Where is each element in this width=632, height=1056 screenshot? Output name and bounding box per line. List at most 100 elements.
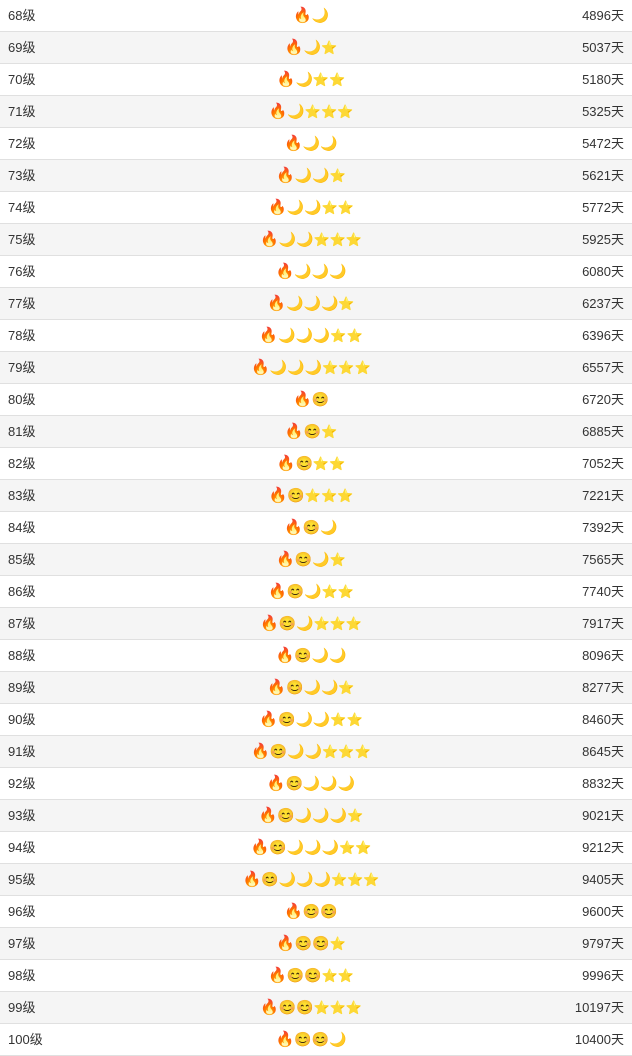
- smile-icon: 😊: [278, 711, 295, 727]
- moon-icon: 🌙: [287, 199, 304, 215]
- star-icon: ⭐: [330, 1000, 346, 1015]
- star-icon: ⭐: [363, 872, 379, 887]
- level-cell: 94级: [0, 832, 80, 864]
- moon-icon: 🌙: [329, 263, 346, 279]
- smile-icon: 😊: [320, 903, 337, 919]
- table-row: 91级🔥😊🌙🌙⭐⭐⭐8645天: [0, 736, 632, 768]
- star-icon: ⭐: [313, 72, 329, 87]
- moon-icon: 🌙: [296, 231, 313, 247]
- fire-icon: 🔥: [284, 135, 303, 152]
- smile-icon: 😊: [287, 487, 304, 503]
- table-row: 98级🔥😊😊⭐⭐9996天: [0, 960, 632, 992]
- star-icon: ⭐: [330, 232, 346, 247]
- moon-icon: 🌙: [320, 775, 337, 791]
- days-cell: 9797天: [542, 928, 632, 960]
- level-cell: 69级: [0, 32, 80, 64]
- moon-icon: 🌙: [329, 647, 346, 663]
- star-icon: ⭐: [355, 744, 371, 759]
- icons-cell: 🔥🌙🌙🌙⭐⭐⭐: [80, 352, 542, 384]
- fire-icon: 🔥: [277, 71, 296, 88]
- smile-icon: 😊: [269, 839, 286, 855]
- icons-cell: 🔥🌙🌙⭐⭐: [80, 192, 542, 224]
- moon-icon: 🌙: [312, 551, 329, 567]
- smile-icon: 😊: [295, 551, 312, 567]
- level-cell: 91级: [0, 736, 80, 768]
- days-cell: 5325天: [542, 96, 632, 128]
- days-cell: 9021天: [542, 800, 632, 832]
- icons-cell: 🔥😊⭐⭐⭐: [80, 480, 542, 512]
- days-cell: 6080天: [542, 256, 632, 288]
- days-cell: 8645天: [542, 736, 632, 768]
- icons-cell: 🔥🌙🌙🌙⭐: [80, 288, 542, 320]
- table-row: 99级🔥😊😊⭐⭐⭐10197天: [0, 992, 632, 1024]
- moon-icon: 🌙: [270, 359, 287, 375]
- icons-cell: 🔥😊: [80, 384, 542, 416]
- icons-cell: 🔥😊🌙⭐: [80, 544, 542, 576]
- star-icon: ⭐: [338, 744, 354, 759]
- table-row: 73级🔥🌙🌙⭐5621天: [0, 160, 632, 192]
- fire-icon: 🔥: [259, 807, 278, 824]
- smile-icon: 😊: [304, 423, 321, 439]
- icons-cell: 🔥😊😊⭐⭐: [80, 960, 542, 992]
- smile-icon: 😊: [279, 615, 296, 631]
- table-row: 80级🔥😊6720天: [0, 384, 632, 416]
- level-cell: 87级: [0, 608, 80, 640]
- moon-icon: 🌙: [312, 7, 329, 23]
- table-row: 79级🔥🌙🌙🌙⭐⭐⭐6557天: [0, 352, 632, 384]
- fire-icon: 🔥: [259, 711, 278, 728]
- table-row: 92级🔥😊🌙🌙🌙8832天: [0, 768, 632, 800]
- icons-cell: 🔥😊🌙🌙🌙⭐: [80, 800, 542, 832]
- level-cell: 84级: [0, 512, 80, 544]
- days-cell: 7740天: [542, 576, 632, 608]
- fire-icon: 🔥: [268, 199, 287, 216]
- star-icon: ⭐: [338, 968, 354, 983]
- table-row: 75级🔥🌙🌙⭐⭐⭐5925天: [0, 224, 632, 256]
- level-cell: 73级: [0, 160, 80, 192]
- star-icon: ⭐: [329, 456, 345, 471]
- smile-icon: 😊: [303, 519, 320, 535]
- table-row: 74级🔥🌙🌙⭐⭐5772天: [0, 192, 632, 224]
- star-icon: ⭐: [346, 616, 362, 631]
- fire-icon: 🔥: [276, 935, 295, 952]
- moon-icon: 🌙: [312, 263, 329, 279]
- moon-icon: 🌙: [305, 359, 322, 375]
- level-cell: 90级: [0, 704, 80, 736]
- moon-icon: 🌙: [279, 231, 296, 247]
- days-cell: 7052天: [542, 448, 632, 480]
- icons-cell: 🔥🌙⭐⭐⭐: [80, 96, 542, 128]
- fire-icon: 🔥: [268, 967, 287, 984]
- table-row: 87级🔥😊🌙⭐⭐⭐7917天: [0, 608, 632, 640]
- moon-icon: 🌙: [304, 39, 321, 55]
- level-cell: 86级: [0, 576, 80, 608]
- moon-icon: 🌙: [295, 71, 312, 87]
- level-cell: 76级: [0, 256, 80, 288]
- star-icon: ⭐: [314, 232, 330, 247]
- moon-icon: 🌙: [320, 135, 337, 151]
- days-cell: 5037天: [542, 32, 632, 64]
- smile-icon: 😊: [286, 679, 303, 695]
- fire-icon: 🔥: [293, 7, 312, 24]
- days-cell: 8277天: [542, 672, 632, 704]
- star-icon: ⭐: [338, 360, 354, 375]
- moon-icon: 🌙: [304, 295, 321, 311]
- smile-icon: 😊: [285, 775, 302, 791]
- moon-icon: 🌙: [321, 295, 338, 311]
- icons-cell: 🔥😊🌙: [80, 512, 542, 544]
- icons-cell: 🔥😊🌙🌙🌙⭐⭐: [80, 832, 542, 864]
- moon-icon: 🌙: [295, 807, 312, 823]
- moon-icon: 🌙: [304, 839, 321, 855]
- star-icon: ⭐: [313, 456, 329, 471]
- level-cell: 83级: [0, 480, 80, 512]
- level-cell: 77级: [0, 288, 80, 320]
- smile-icon: 😊: [287, 583, 304, 599]
- table-row: 89级🔥😊🌙🌙⭐8277天: [0, 672, 632, 704]
- star-icon: ⭐: [330, 168, 346, 183]
- fire-icon: 🔥: [293, 391, 312, 408]
- star-icon: ⭐: [330, 552, 346, 567]
- icons-cell: 🔥😊😊🌙: [80, 1024, 542, 1056]
- fire-icon: 🔥: [276, 551, 295, 568]
- moon-icon: 🌙: [304, 583, 321, 599]
- days-cell: 9996天: [542, 960, 632, 992]
- smile-icon: 😊: [295, 455, 312, 471]
- star-icon: ⭐: [321, 488, 337, 503]
